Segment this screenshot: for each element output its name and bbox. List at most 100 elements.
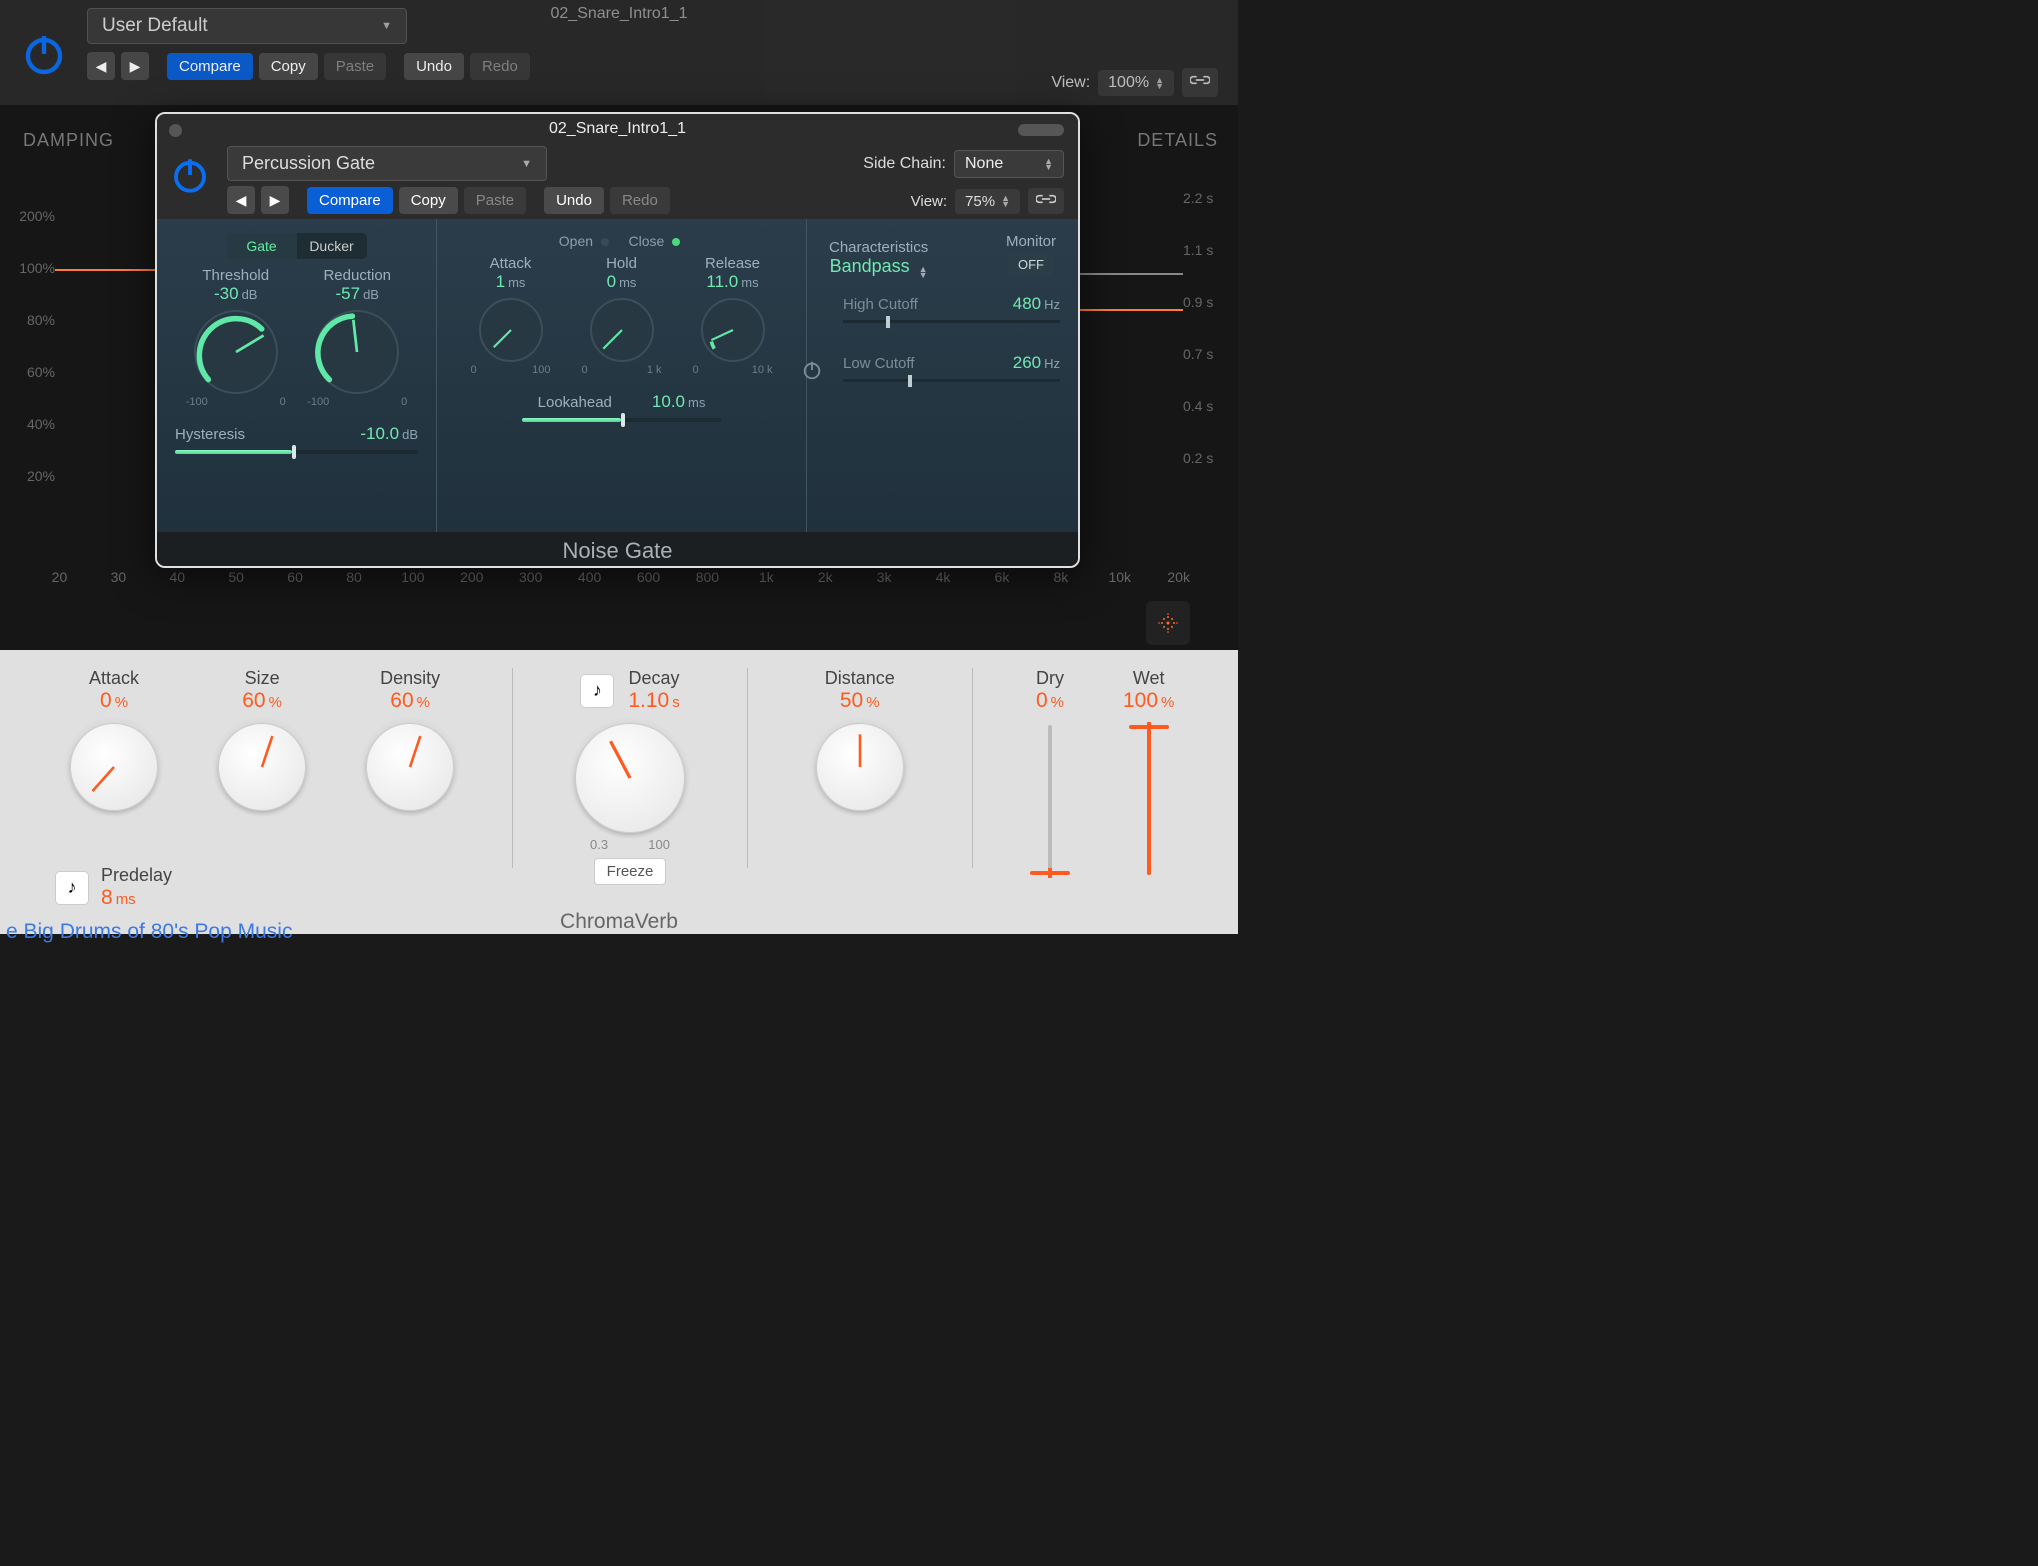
prev-preset-button[interactable]: ◀	[87, 52, 115, 80]
ng-power-button[interactable]	[169, 154, 211, 201]
ng-view-zoom[interactable]: 75% ▲▼	[955, 189, 1020, 214]
ng-link-button[interactable]	[1028, 188, 1064, 214]
window-handle[interactable]	[1018, 124, 1064, 136]
filter-power-button[interactable]	[801, 359, 823, 386]
outer-preset-select[interactable]: User Default ▼	[87, 8, 407, 44]
cv-dry-slider[interactable]	[1048, 725, 1052, 875]
cv-density-knob[interactable]	[366, 723, 454, 811]
y-axis-right: 2.2 s1.1 s0.9 s 0.7 s0.4 s0.2 s	[1183, 190, 1223, 502]
chevron-down-icon: ▼	[381, 20, 392, 32]
threshold-value[interactable]: -30	[214, 284, 239, 303]
lookahead-slider[interactable]	[522, 418, 722, 422]
cv-attack-value[interactable]: 0	[100, 689, 112, 712]
ng-preset-select[interactable]: Percussion Gate ▼	[227, 146, 547, 181]
hysteresis-slider[interactable]	[175, 450, 418, 454]
attack-value[interactable]: 1	[496, 272, 505, 291]
close-label: Close	[629, 233, 665, 249]
chromaverb-title: ChromaVerb	[560, 910, 678, 934]
cv-attack-label: Attack	[40, 668, 188, 689]
compare-button[interactable]: Compare	[167, 53, 253, 80]
tab-gate[interactable]: Gate	[227, 233, 297, 259]
predelay-section: ♪ Predelay 8ms	[55, 865, 172, 910]
ng-redo-button[interactable]: Redo	[610, 187, 670, 214]
outer-track-title: 02_Snare_Intro1_1	[551, 5, 688, 23]
lookahead-value[interactable]: 10.0	[652, 392, 685, 411]
stepper-icon: ▲▼	[919, 266, 928, 278]
view-zoom-value: 100%	[1108, 74, 1149, 92]
attack-knob[interactable]	[479, 298, 543, 362]
redo-button[interactable]: Redo	[470, 53, 530, 80]
copy-button[interactable]: Copy	[259, 53, 318, 80]
characteristics-select[interactable]: Bandpass ▲▼	[829, 256, 928, 278]
release-value[interactable]: 11.0	[706, 272, 738, 291]
ng-compare-button[interactable]: Compare	[307, 187, 393, 214]
cv-size-knob[interactable]	[218, 723, 306, 811]
footer-link[interactable]: e Big Drums of 80's Pop Music	[0, 916, 298, 948]
x-axis: 20304050 6080100200 300400600800 1k2k3k4…	[30, 569, 1208, 585]
monitor-label: Monitor	[1006, 233, 1056, 250]
attack-knob-block: Attack 1ms 0100	[461, 255, 561, 376]
cv-predelay-value[interactable]: 8	[101, 886, 113, 909]
reduction-knob[interactable]	[315, 310, 399, 394]
sidechain-select[interactable]: None ▲▼	[954, 150, 1064, 178]
ng-copy-button[interactable]: Copy	[399, 187, 458, 214]
lowcut-slider[interactable]	[843, 379, 1060, 382]
chromaverb-panel: Attack 0% Size 60% Density 60%	[0, 650, 1238, 934]
cv-distance-value[interactable]: 50	[840, 689, 863, 712]
hysteresis-value[interactable]: -10.0	[360, 424, 399, 443]
freeze-button[interactable]: Freeze	[594, 858, 667, 885]
reduction-value[interactable]: -57	[336, 284, 361, 303]
visualizer-button[interactable]	[1146, 601, 1190, 645]
power-icon	[20, 65, 68, 82]
cv-distance-knob[interactable]	[816, 723, 904, 811]
view-zoom-select[interactable]: 100% ▲▼	[1098, 70, 1174, 96]
highcut-slider[interactable]	[843, 320, 1060, 323]
predelay-sync-button[interactable]: ♪	[55, 871, 89, 905]
link-icon	[1190, 72, 1210, 88]
cv-distance-label: Distance	[776, 668, 944, 689]
hold-value[interactable]: 0	[607, 272, 616, 291]
damping-curve-left[interactable]	[55, 269, 155, 271]
ng-filter-section: Characteristics Bandpass ▲▼ Monitor OFF …	[807, 219, 1078, 532]
damping-curve-right-gray[interactable]	[1073, 273, 1183, 275]
paste-button[interactable]: Paste	[324, 53, 386, 80]
close-window-button[interactable]	[169, 124, 182, 137]
cv-wet-slider[interactable]	[1147, 725, 1151, 875]
cv-dry-value[interactable]: 0	[1036, 689, 1048, 712]
ng-track-title: 02_Snare_Intro1_1	[549, 120, 686, 138]
decay-sync-button[interactable]: ♪	[580, 674, 614, 708]
ng-envelope-section: Open Close Attack 1ms 0100 Hold 0ms	[437, 219, 807, 532]
mode-tabs: Gate Ducker	[227, 233, 367, 259]
ng-undo-button[interactable]: Undo	[544, 187, 604, 214]
hold-knob[interactable]	[590, 298, 654, 362]
close-led	[672, 238, 680, 246]
damping-curve-right[interactable]	[1073, 309, 1183, 311]
tab-ducker[interactable]: Ducker	[297, 233, 367, 259]
threshold-knob[interactable]	[194, 310, 278, 394]
open-led	[601, 238, 609, 246]
stepper-icon: ▲▼	[1001, 195, 1010, 207]
cv-decay-knob[interactable]	[575, 723, 685, 833]
release-knob[interactable]	[701, 298, 765, 362]
highcut-label: High Cutoff	[843, 296, 918, 313]
ng-body: Gate Ducker Threshold -30dB -1000 Reduct…	[157, 219, 1078, 532]
link-button[interactable]	[1182, 68, 1218, 97]
lowcut-value[interactable]: 260	[1013, 353, 1041, 372]
cv-size-value[interactable]: 60	[242, 689, 265, 712]
cv-wet-value[interactable]: 100	[1123, 689, 1158, 712]
ng-preset-label: Percussion Gate	[242, 153, 375, 174]
undo-button[interactable]: Undo	[404, 53, 464, 80]
cv-decay-value[interactable]: 1.10	[628, 689, 669, 712]
highcut-value[interactable]: 480	[1013, 294, 1041, 313]
damping-label: DAMPING	[23, 130, 114, 151]
ng-paste-button[interactable]: Paste	[464, 187, 526, 214]
ng-prev-button[interactable]: ◀	[227, 186, 255, 214]
outer-power-button[interactable]	[20, 30, 68, 83]
monitor-toggle[interactable]: OFF	[1008, 253, 1054, 276]
next-preset-button[interactable]: ▶	[121, 52, 149, 80]
cv-attack-knob[interactable]	[70, 723, 158, 811]
note-icon: ♪	[68, 877, 77, 898]
cv-density-value[interactable]: 60	[390, 689, 413, 712]
ng-next-button[interactable]: ▶	[261, 186, 289, 214]
hysteresis-label: Hysteresis	[175, 426, 245, 443]
